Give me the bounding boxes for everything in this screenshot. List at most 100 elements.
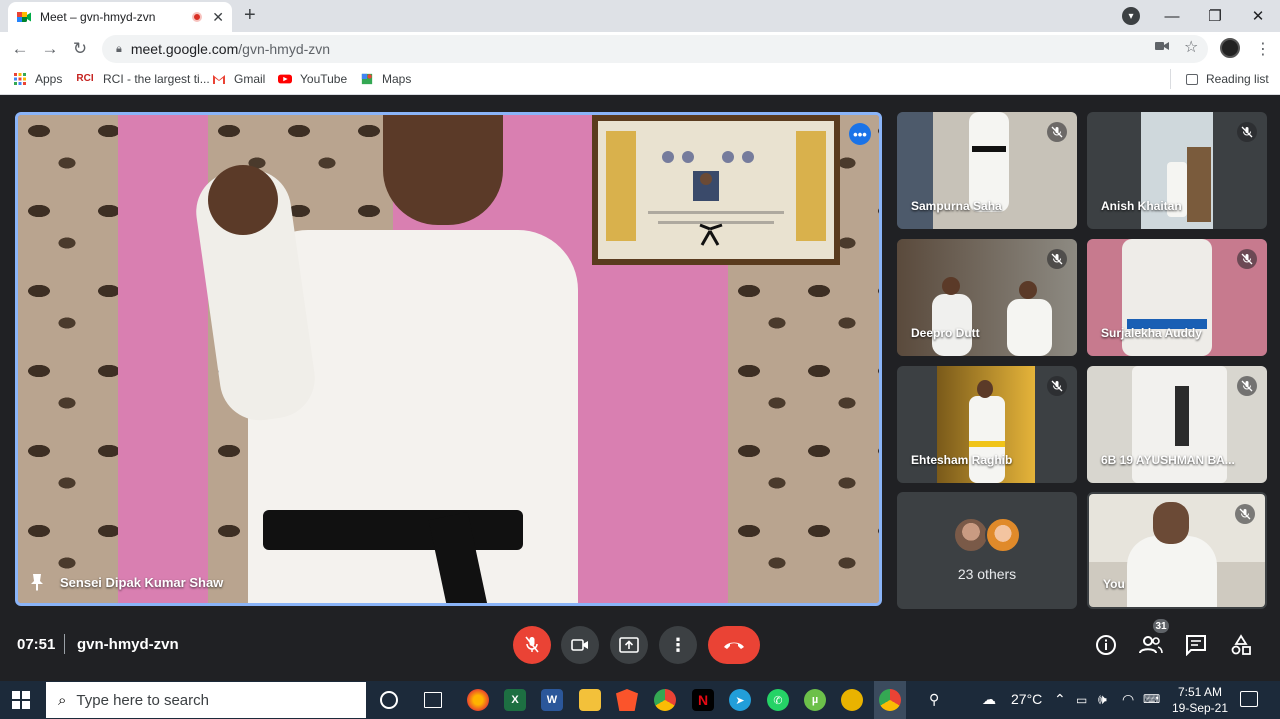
chrome-icon[interactable] [654, 689, 676, 711]
others-tile[interactable]: 23 others [897, 492, 1077, 609]
avatar [985, 517, 1021, 553]
activities-button[interactable] [1228, 632, 1254, 658]
camera-toggle-button[interactable] [561, 626, 599, 664]
wall-certificate [592, 115, 840, 265]
bookmark-maps[interactable]: Maps [360, 72, 411, 86]
whatsapp-icon[interactable]: ✆ [767, 689, 789, 711]
more-options-button[interactable]: ••• [849, 123, 871, 145]
participant-gi [969, 112, 1009, 212]
keyboard-icon[interactable]: ⌨ [1143, 692, 1160, 706]
brave-icon[interactable] [616, 689, 638, 711]
chat-button[interactable] [1183, 632, 1209, 658]
browser-menu-icon[interactable]: ⋮ [1255, 39, 1271, 59]
bookmark-gmail[interactable]: Gmail [212, 72, 265, 86]
participant-tile[interactable]: Surjalekha Auddy [1087, 239, 1267, 356]
participant-gi [1007, 299, 1052, 356]
participant-tile[interactable]: Sampurna Saha [897, 112, 1077, 229]
camera-indicator-icon[interactable] [1155, 40, 1169, 52]
back-icon[interactable]: ← [9, 38, 31, 60]
file-explorer-icon[interactable] [579, 689, 601, 711]
new-tab-button[interactable]: + [244, 4, 256, 27]
bookmarks-bar: Apps RCI RCI - the largest ti... Gmail Y… [0, 65, 1280, 95]
participant-name: Ehtesham Raghib [911, 453, 1013, 467]
volume-icon[interactable]: 🕪︎ [1098, 691, 1107, 708]
participant-name: Surjalekha Auddy [1101, 326, 1202, 340]
battery-icon[interactable]: ▭ [1076, 693, 1087, 707]
maximize-button[interactable]: ❐ [1193, 2, 1237, 30]
microphone-toggle-button[interactable] [513, 626, 551, 664]
utorrent-icon[interactable]: µ [804, 689, 826, 711]
reading-list-label: Reading list [1206, 72, 1269, 86]
participant-tile[interactable]: 6B 19 AYUSHMAN BA... [1087, 366, 1267, 483]
mic-off-icon [1235, 504, 1255, 524]
bookmark-label: Maps [382, 72, 412, 86]
bookmark-youtube[interactable]: YouTube [278, 72, 347, 86]
weather-temperature[interactable]: 27°C [1011, 691, 1042, 707]
taskbar-clock[interactable]: 7:51 AM 19-Sep-21 [1170, 684, 1230, 716]
participant-tile[interactable]: Deepro Dutt [897, 239, 1077, 356]
mic-off-icon [1047, 249, 1067, 269]
bookmark-label: Gmail [234, 72, 266, 86]
firefox-icon[interactable] [467, 689, 489, 711]
excel-icon[interactable]: X [504, 689, 526, 711]
task-view-icon[interactable] [424, 692, 442, 708]
reload-icon[interactable]: ↻ [69, 38, 91, 60]
bookmark-apps[interactable]: Apps [13, 72, 62, 86]
chrome-active-icon[interactable] [879, 689, 901, 711]
presenter-head [383, 115, 503, 225]
close-tab-icon[interactable]: ✕ [212, 9, 224, 26]
mic-off-icon [525, 636, 539, 653]
tab-search-icon[interactable]: ▾ [1122, 7, 1140, 25]
cortana-icon[interactable] [380, 691, 398, 709]
participant-yellow-belt [969, 441, 1005, 447]
windows-start-icon[interactable] [12, 691, 30, 709]
word-icon[interactable]: W [541, 689, 563, 711]
netflix-icon[interactable]: N [692, 689, 714, 711]
headphones-app-icon[interactable] [841, 689, 863, 711]
certificate-art [606, 131, 826, 246]
others-avatars [953, 517, 1025, 555]
clock-date: 19-Sep-21 [1171, 701, 1229, 715]
gmail-icon [213, 75, 225, 84]
mic-off-icon [1047, 376, 1067, 396]
notification-center-icon[interactable] [1240, 691, 1258, 707]
self-view-tile[interactable]: You [1087, 492, 1267, 609]
mic-off-icon [1237, 249, 1257, 269]
presenter-fist [208, 165, 278, 235]
present-screen-button[interactable] [610, 626, 648, 664]
participant-gi [932, 294, 972, 356]
taskbar-search-box[interactable]: ⌕ Type here to search [46, 682, 366, 718]
more-vert-icon: ⋮ [669, 634, 687, 655]
telegram-icon[interactable]: ➤ [729, 689, 751, 711]
maps-icon [361, 73, 373, 85]
self-name: You [1103, 577, 1125, 591]
meeting-details-button[interactable] [1093, 632, 1119, 658]
leave-call-button[interactable] [708, 626, 760, 664]
address-bar[interactable]: 🔒︎ meet.google.com/gvn-hmyd-zvn [102, 35, 1208, 63]
main-speaker-name: Sensei Dipak Kumar Shaw [60, 575, 224, 590]
main-speaker-tile[interactable]: ••• Sensei Dipak Kumar Shaw [15, 112, 882, 606]
forward-icon[interactable]: → [39, 38, 61, 60]
browser-tab-meet[interactable]: Meet – gvn-hmyd-zvn ✕ [8, 2, 232, 32]
bookmark-star-icon[interactable]: ☆ [1184, 37, 1198, 57]
divider [64, 634, 65, 654]
pin-icon[interactable] [30, 573, 44, 591]
activities-shapes-icon [1231, 634, 1251, 655]
wifi-icon[interactable]: ◠ [1122, 691, 1134, 708]
profile-avatar[interactable] [1220, 38, 1240, 58]
reading-list-button[interactable]: Reading list [1186, 72, 1269, 86]
weather-icon[interactable]: ☁ [982, 691, 996, 708]
close-window-button[interactable]: ✕ [1236, 2, 1280, 30]
show-hidden-icons-icon[interactable]: ⌃ [1054, 691, 1066, 708]
minimize-button[interactable]: — [1150, 2, 1194, 30]
self-head [1153, 502, 1189, 544]
participant-tile[interactable]: Ehtesham Raghib [897, 366, 1077, 483]
present-icon [619, 637, 639, 653]
people-tray-icon[interactable]: ⚲ [929, 691, 939, 708]
lock-icon: 🔒︎ [116, 42, 122, 55]
apps-grid-icon [14, 73, 26, 85]
more-options-button[interactable]: ⋮ [659, 626, 697, 664]
bookmark-rci[interactable]: RCI RCI - the largest ti... [75, 72, 209, 86]
participant-tile[interactable]: Anish Khaitan [1087, 112, 1267, 229]
participants-button[interactable] [1138, 632, 1164, 658]
